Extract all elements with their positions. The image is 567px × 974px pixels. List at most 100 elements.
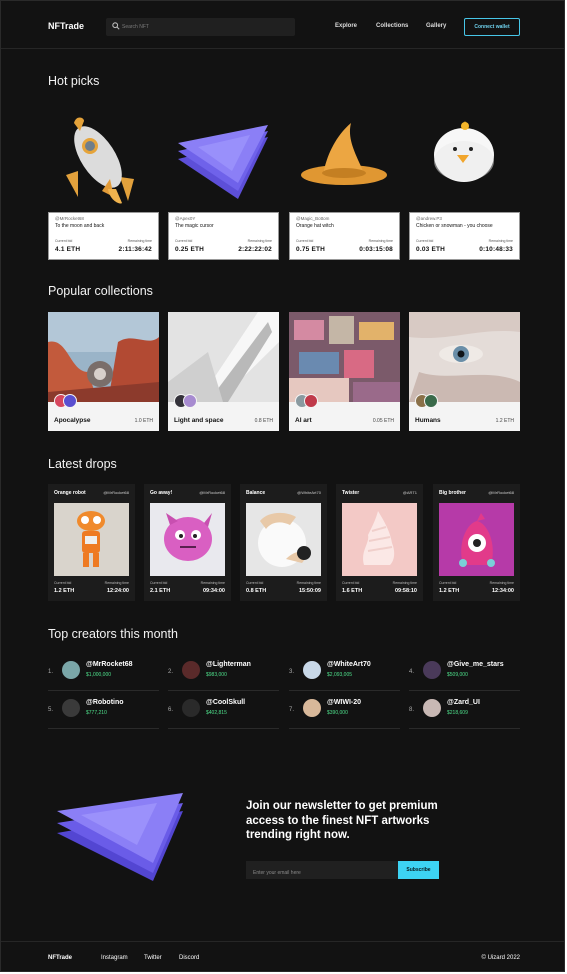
humans-image <box>409 312 520 402</box>
creator-row[interactable]: 6. @CoolSkull $402,815 <box>168 696 279 729</box>
time-value: 2:22:22:02 <box>238 246 272 253</box>
drop-card[interactable]: Balance @WhiteArt70 Current bid Remainin… <box>240 484 327 601</box>
collection-price: 0.8 ETH <box>254 418 273 424</box>
nav-gallery[interactable]: Gallery <box>426 23 446 29</box>
bid-value: 1.2 ETH <box>54 588 75 594</box>
latest-drops-title: Latest drops <box>48 457 117 471</box>
drop-owner[interactable]: @MrRocket68 <box>199 490 225 495</box>
creator-row[interactable]: 5. @Robotino $777,210 <box>48 696 159 729</box>
creator-handle[interactable]: @WhiteArt70 <box>327 661 371 668</box>
time-value: 0:03:15:08 <box>359 246 393 253</box>
creator-handle[interactable]: @Lighterman <box>206 661 251 668</box>
collection-name: Light and space <box>174 417 224 424</box>
creator-rank: 6. <box>168 707 174 713</box>
collection-card[interactable]: Apocalypse 1.0 ETH <box>48 312 159 431</box>
search-input[interactable] <box>122 18 292 36</box>
collection-card[interactable]: Humans 1.2 ETH <box>409 312 520 431</box>
popular-collections-title: Popular collections <box>48 284 153 298</box>
apocalypse-image <box>48 312 159 402</box>
hot-pick-info: @andrew.P3 Chicken or snowman - you choo… <box>409 212 520 260</box>
drop-owner[interactable]: @MrRocket68 <box>103 490 129 495</box>
collection-price: 0.05 ETH <box>372 418 394 424</box>
footer-logo[interactable]: NFTrade <box>48 955 72 961</box>
cursor-art <box>178 125 268 199</box>
owner-handle[interactable]: @andrew.P3 <box>416 216 513 221</box>
time-value: 0:10:48:33 <box>479 246 513 253</box>
creator-handle[interactable]: @WIWI-20 <box>327 699 361 706</box>
avatar <box>303 661 321 679</box>
hot-pick-card[interactable]: @Apex0Y The magic cursor Current bid Rem… <box>168 109 279 260</box>
avatar <box>182 661 200 679</box>
creator-row[interactable]: 4. @Give_me_stars $509,000 <box>409 658 520 691</box>
balance-image <box>246 503 321 576</box>
orange-robot-image <box>54 503 129 576</box>
hot-pick-card[interactable]: @andrew.P3 Chicken or snowman - you choo… <box>409 109 520 260</box>
bid-value: 4.1 ETH <box>55 246 81 253</box>
light-and-space-image <box>168 312 279 402</box>
email-input[interactable] <box>246 864 396 882</box>
bid-label: Current bid <box>54 581 72 585</box>
logo[interactable]: NFTrade <box>48 21 84 31</box>
creator-amount: $390,000 <box>327 710 348 716</box>
drop-card[interactable]: Go away! @MrRocket68 Current bid Remaini… <box>144 484 231 601</box>
owner-handle[interactable]: @Magic_Bottom <box>296 216 393 221</box>
hot-pick-card[interactable]: @Magic_Bottom Orange hat witch Current b… <box>289 109 400 260</box>
creator-row[interactable]: 1. @MrRocket68 $1,000,000 <box>48 658 159 691</box>
creator-row[interactable]: 2. @Lighterman $983,000 <box>168 658 279 691</box>
collection-card[interactable]: AI art 0.05 ETH <box>289 312 400 431</box>
creator-handle[interactable]: @Zard_UI <box>447 699 480 706</box>
creator-handle[interactable]: @Robotino <box>86 699 124 706</box>
drop-card[interactable]: Twister @ART1 Current bid Remaining time… <box>336 484 423 601</box>
footer-link-discord[interactable]: Discord <box>179 955 199 961</box>
item-title: The magic cursor <box>175 223 214 229</box>
item-title: To the moon and back <box>55 223 105 229</box>
avatar <box>304 394 318 408</box>
time-value: 09:34:00 <box>202 588 225 594</box>
creator-rank: 1. <box>48 669 54 675</box>
big-brother-image <box>439 503 514 576</box>
drop-card[interactable]: Orange robot @MrRocket68 Current bid Rem… <box>48 484 135 601</box>
email-field[interactable] <box>246 861 398 882</box>
avatar <box>424 394 438 408</box>
connect-wallet-button[interactable]: Connect wallet <box>464 18 520 36</box>
collection-card[interactable]: Light and space 0.8 ETH <box>168 312 279 431</box>
owner-handle[interactable]: @Apex0Y <box>175 216 272 221</box>
footer-link-twitter[interactable]: Twitter <box>144 955 162 961</box>
drop-owner[interactable]: @MrRocket68 <box>488 490 514 495</box>
nav-collections[interactable]: Collections <box>376 23 408 29</box>
footer-link-instagram[interactable]: Instagram <box>101 955 128 961</box>
creator-row[interactable]: 3. @WhiteArt70 $2,093,005 <box>289 658 400 691</box>
search-bar[interactable] <box>106 18 295 36</box>
avatar <box>303 699 321 717</box>
creator-row[interactable]: 7. @WIWI-20 $390,000 <box>289 696 400 729</box>
time-label: Remaining time <box>296 581 321 585</box>
creator-handle[interactable]: @Give_me_stars <box>447 661 504 668</box>
nav-explore[interactable]: Explore <box>335 23 357 29</box>
ai-art-image <box>289 312 400 402</box>
creator-handle[interactable]: @CoolSkull <box>206 699 245 706</box>
creator-row[interactable]: 8. @Zard_UI $218,609 <box>409 696 520 729</box>
drop-title: Big brother <box>439 490 466 496</box>
creator-handle[interactable]: @MrRocket68 <box>86 661 133 668</box>
bid-value: 1.2 ETH <box>439 588 460 594</box>
collection-price: 1.0 ETH <box>134 418 153 424</box>
bid-value: 0.25 ETH <box>175 246 205 253</box>
avatar <box>423 699 441 717</box>
newsletter-line: access to the finest NFT artworks <box>246 814 430 827</box>
hot-pick-card[interactable]: @MrRocket68 To the moon and back Current… <box>48 109 159 260</box>
bid-value: 0.75 ETH <box>296 246 326 253</box>
drop-card[interactable]: Big brother @MrRocket68 Current bid Rema… <box>433 484 520 601</box>
owner-handle[interactable]: @MrRocket68 <box>55 216 152 221</box>
newsletter-line: trending right now. <box>246 829 350 841</box>
hot-picks-title: Hot picks <box>48 74 100 88</box>
copyright: © Uizard 2022 <box>481 955 520 961</box>
drop-title: Go away! <box>150 490 173 496</box>
time-label: Remaining time <box>488 239 513 243</box>
creator-amount: $1,000,000 <box>86 672 112 678</box>
hot-pick-info: @Magic_Bottom Orange hat witch Current b… <box>289 212 400 260</box>
creator-rank: 4. <box>409 669 415 675</box>
collection-name: AI art <box>295 417 312 424</box>
drop-owner[interactable]: @ART1 <box>403 490 417 495</box>
drop-owner[interactable]: @WhiteArt70 <box>297 490 321 495</box>
subscribe-button[interactable]: Subscribe <box>398 861 439 879</box>
